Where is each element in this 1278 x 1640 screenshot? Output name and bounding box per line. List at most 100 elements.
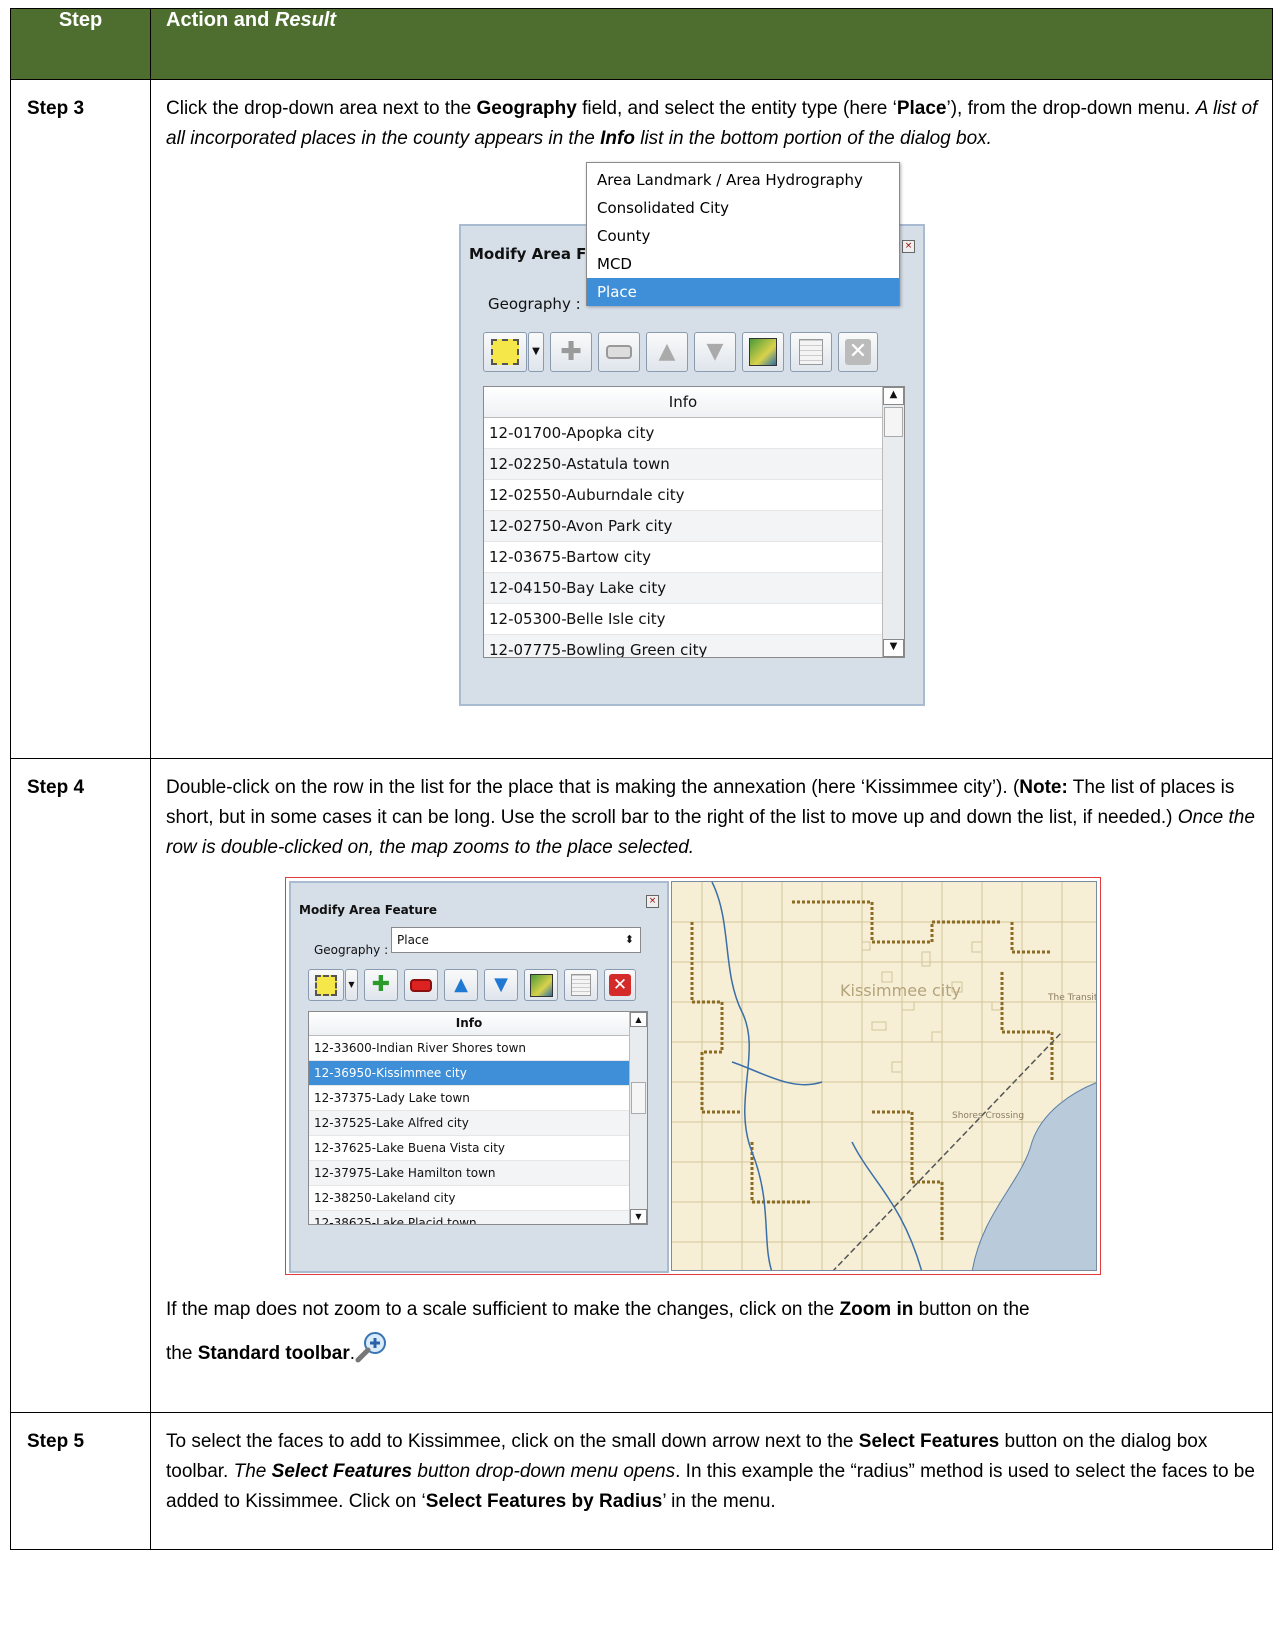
step-4-text: Double-click on the row in the list for … xyxy=(166,777,1255,858)
info-list[interactable]: Info 12-01700-Apopka city 12-02250-Astatu… xyxy=(483,386,905,658)
clear-button-2[interactable]: ✕ xyxy=(604,969,636,1001)
move-down-button-2[interactable]: ▼ xyxy=(484,969,518,1001)
scroll-up-icon: ▲ xyxy=(630,1012,647,1027)
menu-item[interactable]: Place xyxy=(587,278,899,306)
move-up-button[interactable]: ▲ xyxy=(646,332,688,372)
table-button-2[interactable] xyxy=(564,969,598,1001)
list-item[interactable]: 12-02750-Avon Park city xyxy=(484,511,882,542)
up-icon: ▲ xyxy=(454,974,468,995)
info-list-rows-2: 12-33600-Indian River Shores town 12-3695… xyxy=(309,1036,629,1224)
close-icon: ✕ xyxy=(609,974,631,996)
step-3-text: Click the drop-down area next to the Geo… xyxy=(166,98,1258,149)
map-edit-button-2[interactable] xyxy=(524,969,558,1001)
map-label-3: The Transit xyxy=(1047,993,1097,1003)
step-5-action: To select the faces to add to Kissimmee,… xyxy=(150,1412,1273,1550)
menu-item[interactable]: County xyxy=(587,222,899,250)
select-features-button[interactable] xyxy=(483,332,527,372)
map-edit-button[interactable] xyxy=(742,332,784,372)
dialog-title-2: Modify Area Feature xyxy=(299,903,438,917)
remove-icon xyxy=(606,345,632,359)
steps-table: Step Action and Result Step 3 Click the … xyxy=(10,8,1273,1550)
step-4-note: If the map does not zoom to a scale suff… xyxy=(166,1299,1030,1364)
chevron-updown-icon: ⬍ xyxy=(624,933,634,946)
remove-button[interactable] xyxy=(598,332,640,372)
scroll-thumb xyxy=(631,1082,646,1114)
scroll-thumb xyxy=(884,407,903,437)
map-city-label: Kissimmee city xyxy=(840,981,961,1000)
add-icon: ✚ xyxy=(560,337,582,367)
list-item[interactable]: 12-02550-Auburndale city xyxy=(484,480,882,511)
step-4-label: Step 4 xyxy=(10,758,151,1413)
header-step: Step xyxy=(10,8,151,80)
list-item[interactable]: 12-07775-Bowling Green city xyxy=(484,635,882,657)
list-item[interactable]: 12-03675-Bartow city xyxy=(484,542,882,573)
step-4-row: Step 4 Double-click on the row in the li… xyxy=(10,758,1273,1413)
table-icon xyxy=(799,339,823,365)
list-item[interactable]: 12-37975-Lake Hamilton town xyxy=(309,1161,629,1186)
step-3-figure: Modify Area Fe × Geography : ▼ ✚ ▲ ▼ ✕ I… xyxy=(166,162,1226,710)
map-label-2: Shores Crossing xyxy=(952,1111,1024,1121)
list-item[interactable]: 12-38250-Lakeland city xyxy=(309,1186,629,1211)
geography-dropdown-menu[interactable]: Area Landmark / Area Hydrography Consolid… xyxy=(586,162,900,306)
step-4-figure: Modify Area Feature × Geography : Place … xyxy=(285,877,1101,1275)
clear-button[interactable]: ✕ xyxy=(838,332,878,372)
map-edit-icon xyxy=(529,973,553,997)
info-list-2[interactable]: Info 12-33600-Indian River Shores town 12… xyxy=(308,1011,648,1225)
table-button[interactable] xyxy=(790,332,832,372)
geography-select[interactable]: Place ⬍ xyxy=(391,927,641,953)
list-item[interactable]: 12-37375-Lady Lake town xyxy=(309,1086,629,1111)
select-features-icon xyxy=(315,974,337,996)
step-5-label: Step 5 xyxy=(10,1412,151,1550)
step-5-text: To select the faces to add to Kissimmee,… xyxy=(166,1431,1255,1512)
list-item[interactable]: 12-01700-Apopka city xyxy=(484,418,882,449)
add-button-2[interactable]: ✚ xyxy=(364,969,398,1001)
dialog-toolbar: ▼ ✚ ▲ ▼ ✕ xyxy=(483,332,884,372)
move-down-button[interactable]: ▼ xyxy=(694,332,736,372)
list-item[interactable]: 12-38625-Lake Placid town xyxy=(309,1211,629,1224)
close-icon: ✕ xyxy=(845,339,871,365)
step-5-row: Step 5 To select the faces to add to Kis… xyxy=(10,1412,1273,1550)
select-features-icon xyxy=(491,339,519,365)
geography-label: Geography : xyxy=(488,295,581,313)
down-icon: ▼ xyxy=(706,339,724,364)
modify-area-dialog-2: Modify Area Feature × Geography : Place … xyxy=(289,881,669,1273)
add-icon: ✚ xyxy=(371,972,391,997)
step-3-row: Step 3 Click the drop-down area next to … xyxy=(10,79,1273,759)
list-item[interactable]: 12-04150-Bay Lake city xyxy=(484,573,882,604)
header-result-label: Result xyxy=(274,9,337,31)
add-button[interactable]: ✚ xyxy=(550,332,592,372)
table-icon xyxy=(571,974,591,996)
menu-item[interactable]: MCD xyxy=(587,250,899,278)
info-list-scrollbar[interactable]: ▲ ▼ xyxy=(882,387,904,657)
list-item[interactable]: 12-37625-Lake Buena Vista city xyxy=(309,1136,629,1161)
list-item[interactable]: 12-36950-Kissimmee city xyxy=(309,1061,629,1086)
list-item[interactable]: 12-05300-Belle Isle city xyxy=(484,604,882,635)
select-features-dropdown[interactable]: ▼ xyxy=(528,332,544,372)
select-features-dropdown-2[interactable]: ▼ xyxy=(345,969,358,1001)
step-4-action: Double-click on the row in the list for … xyxy=(150,758,1273,1413)
info-list-scrollbar-2[interactable]: ▲ ▼ xyxy=(629,1012,647,1224)
step-3-action: Click the drop-down area next to the Geo… xyxy=(150,79,1273,759)
list-item[interactable]: 12-02250-Astatula town xyxy=(484,449,882,480)
map-view[interactable]: Kissimmee city Shores Crossing The Trans… xyxy=(671,881,1097,1271)
chevron-down-icon: ▼ xyxy=(532,346,540,357)
list-item[interactable]: 12-37525-Lake Alfred city xyxy=(309,1111,629,1136)
list-item[interactable]: 12-33600-Indian River Shores town xyxy=(309,1036,629,1061)
map-edit-icon xyxy=(749,338,777,366)
chevron-down-icon: ▼ xyxy=(348,980,355,989)
menu-item[interactable]: Area Landmark / Area Hydrography xyxy=(587,166,899,194)
close-icon[interactable]: × xyxy=(902,240,915,253)
scroll-down-icon: ▼ xyxy=(630,1209,647,1224)
menu-item[interactable]: Consolidated City xyxy=(587,194,899,222)
map-canvas: Kissimmee city Shores Crossing The Trans… xyxy=(672,882,1097,1270)
down-icon: ▼ xyxy=(494,974,508,995)
select-features-button-2[interactable] xyxy=(308,969,344,1001)
scroll-down-icon: ▼ xyxy=(883,639,904,657)
zoom-in-icon[interactable] xyxy=(355,1331,387,1363)
remove-button-2[interactable] xyxy=(404,969,438,1001)
close-icon[interactable]: × xyxy=(646,895,659,908)
scroll-up-icon: ▲ xyxy=(883,387,904,405)
header-action: Action and Result xyxy=(150,8,1273,80)
move-up-button-2[interactable]: ▲ xyxy=(444,969,478,1001)
dialog-toolbar-2: ▼ ✚ ▲ ▼ ✕ xyxy=(308,969,642,1001)
